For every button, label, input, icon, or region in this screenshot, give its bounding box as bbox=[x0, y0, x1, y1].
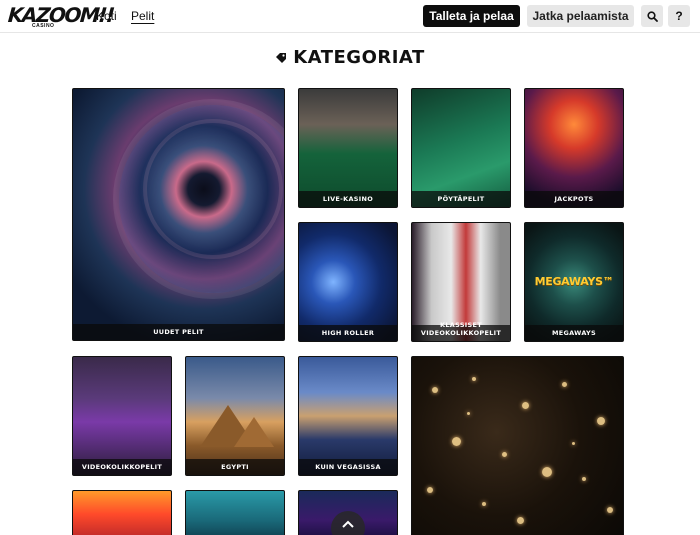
tile-label: VIDEOKOLIKKOPELIT bbox=[81, 463, 163, 471]
logo-subtext: CASINO bbox=[32, 23, 55, 29]
category-tile-poytapelit[interactable]: PÖYTÄPELIT bbox=[411, 88, 511, 208]
nav-link-pelit[interactable]: Pelit bbox=[131, 9, 154, 23]
tile-label: HIGH ROLLER bbox=[321, 329, 375, 337]
sparkle-art bbox=[542, 467, 552, 477]
sparkle-art bbox=[467, 412, 470, 415]
tile-label: EGYPTI bbox=[221, 463, 249, 471]
sparkle-art bbox=[482, 502, 486, 506]
sparkle-art bbox=[452, 437, 461, 446]
page-title: KATEGORIAT bbox=[293, 47, 425, 68]
megaways-logo-art: MEGAWAYS™ bbox=[534, 275, 614, 288]
tile-label: KLASSISET VIDEOKOLIKKOPELIT bbox=[420, 321, 502, 337]
category-tile-egypti[interactable]: EGYPTI bbox=[185, 356, 285, 476]
tile-label: UUDET PELIT bbox=[153, 328, 204, 336]
featured-tile-lights[interactable] bbox=[411, 356, 624, 535]
sparkle-art bbox=[562, 382, 567, 387]
sparkle-art bbox=[472, 377, 476, 381]
sparkle-art bbox=[522, 402, 529, 409]
chevron-up-icon bbox=[342, 520, 354, 528]
sparkle-art bbox=[607, 507, 613, 513]
tile-label: MEGAWAYS bbox=[551, 329, 597, 337]
sparkle-art bbox=[582, 477, 586, 481]
category-tile-megaways[interactable]: MEGAWAYS™ MEGAWAYS bbox=[524, 222, 624, 342]
kazoom-logo[interactable]: KAZOOM!! CASINO bbox=[7, 3, 114, 31]
search-icon bbox=[646, 10, 658, 22]
sparkle-art bbox=[597, 417, 605, 425]
category-tile-live-kasino[interactable]: LIVE-KASINO bbox=[298, 88, 398, 208]
category-tile-klassiset-videokolikkopelit[interactable]: KLASSISET VIDEOKOLIKKOPELIT bbox=[411, 222, 511, 342]
sparkle-art bbox=[502, 452, 507, 457]
top-header: KAZOOM!! CASINO Koti Pelit Talleta ja pe… bbox=[0, 0, 700, 33]
tile-art bbox=[143, 119, 283, 259]
categories-heading: KATEGORIAT bbox=[0, 47, 700, 68]
tile-label: JACKPOTS bbox=[554, 195, 594, 203]
tile-label: PÖYTÄPELIT bbox=[437, 195, 485, 203]
category-tile-kuin-vegasissa[interactable]: KUIN VEGASISSA bbox=[298, 356, 398, 476]
sparkle-art bbox=[427, 487, 433, 493]
help-button[interactable]: ? bbox=[668, 5, 690, 27]
category-tile-high-roller[interactable]: HIGH ROLLER bbox=[298, 222, 398, 342]
category-tile-jackpots[interactable]: JACKPOTS bbox=[524, 88, 624, 208]
tag-icon bbox=[276, 52, 287, 63]
tile-label: LIVE-KASINO bbox=[322, 195, 374, 203]
nav-link-koti[interactable]: Koti bbox=[96, 9, 117, 23]
help-icon: ? bbox=[675, 9, 683, 23]
category-tile-uudet-pelit[interactable]: UUDET PELIT bbox=[72, 88, 285, 341]
continue-playing-button[interactable]: Jatka pelaamista bbox=[527, 5, 634, 27]
category-tile-row4-1[interactable] bbox=[72, 490, 172, 535]
sparkle-art bbox=[517, 517, 524, 524]
pyramid-art bbox=[234, 417, 274, 447]
category-tile-videokolikkopelit[interactable]: VIDEOKOLIKKOPELIT bbox=[72, 356, 172, 476]
sparkle-art bbox=[572, 442, 575, 445]
tile-label: KUIN VEGASISSA bbox=[315, 463, 381, 471]
search-button[interactable] bbox=[641, 5, 663, 27]
deposit-and-play-button[interactable]: Talleta ja pelaa bbox=[423, 5, 520, 27]
sparkle-art bbox=[432, 387, 438, 393]
category-tile-row4-2[interactable] bbox=[185, 490, 285, 535]
